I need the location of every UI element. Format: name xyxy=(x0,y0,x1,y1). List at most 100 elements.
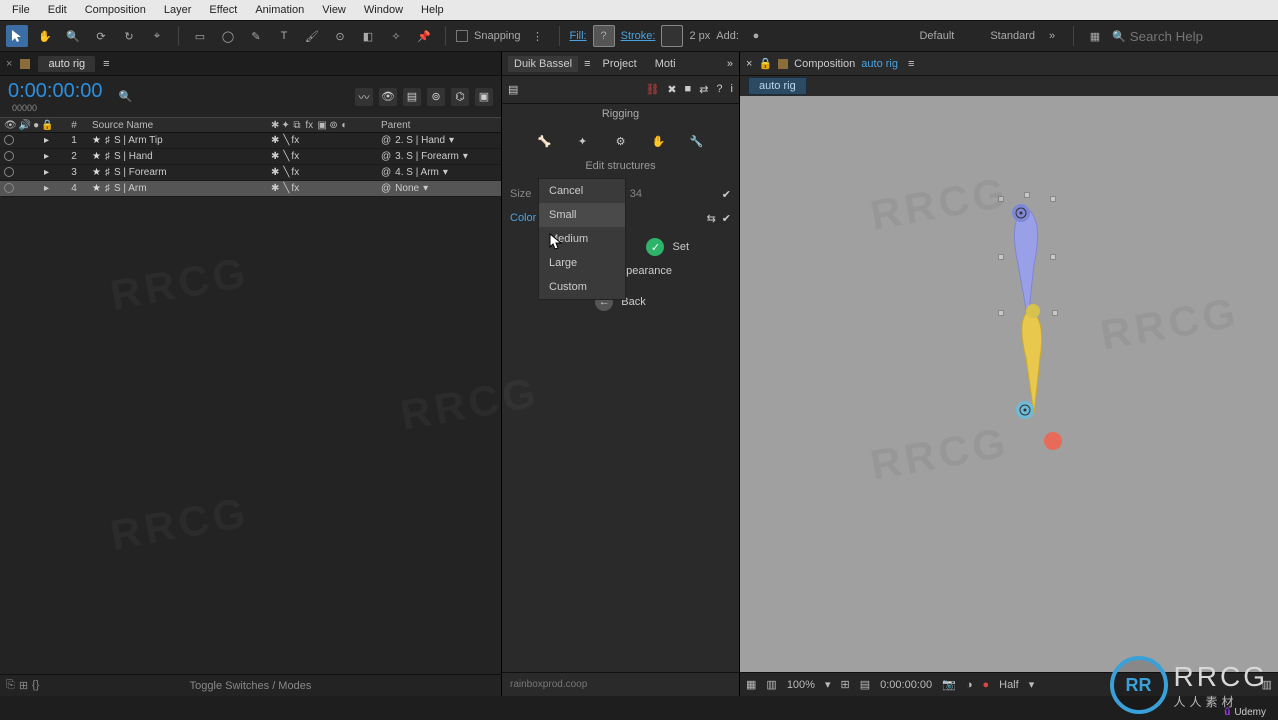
eraser-tool-icon[interactable]: ◧ xyxy=(357,25,379,47)
menu-composition[interactable]: Composition xyxy=(77,2,154,18)
apply-icon[interactable]: ✔ xyxy=(722,188,731,201)
dropdown-small[interactable]: Small xyxy=(539,203,625,227)
tab-motion[interactable]: Moti xyxy=(649,56,682,72)
lock-icon[interactable]: 🔒 xyxy=(758,57,772,70)
tab-menu-icon[interactable]: ≡ xyxy=(908,58,914,70)
selection-handle[interactable] xyxy=(1052,310,1058,316)
guides-icon[interactable]: ▥ xyxy=(766,678,776,691)
workspace-standard[interactable]: Standard xyxy=(990,30,1035,42)
tab-menu-icon[interactable]: ≡ xyxy=(103,58,109,70)
rigging-icon[interactable]: ⛓ xyxy=(645,83,659,96)
col-number[interactable]: # xyxy=(60,120,88,131)
selection-handle[interactable] xyxy=(998,196,1004,202)
tab-project[interactable]: Project xyxy=(597,56,643,72)
toggle-switches-button[interactable]: Toggle Switches / Modes xyxy=(190,680,312,692)
snapping-checkbox[interactable] xyxy=(456,30,468,42)
brain-icon[interactable]: ⌬ xyxy=(451,88,469,106)
menu-file[interactable]: File xyxy=(4,2,38,18)
search-icon[interactable]: 🔍 xyxy=(119,90,133,103)
footer-icon[interactable]: ⊞ xyxy=(19,679,28,692)
snap-opts-icon[interactable]: ⋮ xyxy=(527,25,549,47)
dropdown-large[interactable]: Large xyxy=(539,251,625,275)
pickwhip-icon[interactable]: @ xyxy=(381,183,391,194)
roto-tool-icon[interactable]: ✧ xyxy=(385,25,407,47)
links-icon[interactable]: ✦ xyxy=(571,130,595,152)
expand-icon[interactable]: ▸ xyxy=(44,135,49,146)
dropdown-cancel[interactable]: Cancel xyxy=(539,179,625,203)
tabs-more-icon[interactable]: » xyxy=(727,58,733,70)
expand-icon[interactable]: ▸ xyxy=(44,167,49,178)
orbit-tool-icon[interactable]: ⟳ xyxy=(90,25,112,47)
bone-arm[interactable] xyxy=(1004,204,1048,324)
set-check-icon[interactable]: ✓ xyxy=(646,238,664,256)
rotate-tool-icon[interactable]: ↻ xyxy=(118,25,140,47)
puppet-tool-icon[interactable]: 📌 xyxy=(413,25,435,47)
joint-tip[interactable] xyxy=(1044,432,1062,450)
pickwhip-icon[interactable]: @ xyxy=(381,151,391,162)
workspace-more-icon[interactable]: » xyxy=(1041,25,1063,47)
apply-icon[interactable]: ✔ xyxy=(722,212,731,225)
add-button-icon[interactable]: ● xyxy=(745,25,767,47)
resolution-dropdown[interactable]: Half xyxy=(999,679,1019,691)
bone-icon[interactable]: 🦴 xyxy=(533,130,557,152)
preview-time[interactable]: 0:00:00:00 xyxy=(880,679,932,691)
visibility-toggle[interactable] xyxy=(4,183,14,193)
res-icon[interactable]: ⊞ xyxy=(840,678,849,691)
timecode[interactable]: 0:00:00:00 xyxy=(8,80,103,103)
dropdown-medium[interactable]: Medium xyxy=(539,227,625,251)
text-tool-icon[interactable]: T xyxy=(273,25,295,47)
menu-window[interactable]: Window xyxy=(356,2,411,18)
menu-view[interactable]: View xyxy=(314,2,354,18)
color-icon[interactable]: ● xyxy=(982,679,989,691)
fill-label[interactable]: Fill: xyxy=(570,30,587,42)
brush-tool-icon[interactable]: 🖌 xyxy=(301,25,323,47)
canvas-area[interactable] xyxy=(740,96,1278,672)
pickwhip-icon[interactable]: @ xyxy=(381,135,391,146)
composition-canvas[interactable] xyxy=(740,96,1278,672)
layer-row[interactable]: ▸ 1 ★♯S | Arm Tip ✱╲fx @2. S | Hand▾ xyxy=(0,133,501,149)
tab-close-icon[interactable]: × xyxy=(6,58,12,70)
visibility-toggle[interactable] xyxy=(4,151,14,161)
tab-color-icon[interactable] xyxy=(20,59,30,69)
stroke-label[interactable]: Stroke: xyxy=(621,30,656,42)
render-icon[interactable]: ▣ xyxy=(475,88,493,106)
region-icon[interactable]: ◑ xyxy=(966,679,973,691)
stamp-tool-icon[interactable]: ⊙ xyxy=(329,25,351,47)
fill-swatch[interactable]: ? xyxy=(593,25,615,47)
layer-name[interactable]: S | Arm Tip xyxy=(114,135,163,146)
menu-effect[interactable]: Effect xyxy=(201,2,245,18)
hand-icon[interactable]: ✋ xyxy=(647,130,671,152)
stroke-px[interactable]: 2 px xyxy=(689,30,710,42)
parent-dropdown[interactable]: None xyxy=(395,183,419,194)
grid-icon[interactable]: ▦ xyxy=(746,678,756,691)
rect-tool-icon[interactable]: ▭ xyxy=(189,25,211,47)
layer-name[interactable]: S | Forearm xyxy=(114,167,167,178)
snapshot-icon[interactable]: 📷 xyxy=(942,678,956,691)
gear-icon[interactable]: ⚙ xyxy=(609,130,633,152)
search-help-input[interactable] xyxy=(1130,29,1250,44)
tools-icon[interactable]: 🔧 xyxy=(685,130,709,152)
footer-icon[interactable]: {} xyxy=(32,679,39,692)
dropdown-custom[interactable]: Custom xyxy=(539,275,625,299)
timeline-tab[interactable]: auto rig xyxy=(38,56,95,72)
selection-handle[interactable] xyxy=(1050,254,1056,260)
notes-icon[interactable]: ▤ xyxy=(508,83,518,96)
layer-row[interactable]: ▸ 4 ★♯S | Arm ✱╲fx @None▾ xyxy=(0,181,501,197)
zoom-value[interactable]: 100% xyxy=(787,679,815,691)
view-options-icon[interactable]: ▥ xyxy=(1262,678,1272,691)
channel-icon[interactable]: ▤ xyxy=(860,678,870,691)
joint-wrist[interactable] xyxy=(1016,401,1034,419)
pickwhip-icon[interactable]: @ xyxy=(381,167,391,178)
joint-shoulder[interactable] xyxy=(1012,204,1030,222)
breadcrumb-item[interactable]: auto rig xyxy=(748,77,807,95)
parent-dropdown[interactable]: 4. S | Arm xyxy=(395,167,439,178)
graph-icon[interactable]: 〰 xyxy=(355,88,373,106)
dropdown-arrow-icon[interactable]: ▾ xyxy=(423,183,428,194)
viewer-tab-name[interactable]: auto rig xyxy=(861,58,898,70)
menu-help[interactable]: Help xyxy=(413,2,452,18)
ellipse-tool-icon[interactable]: ◯ xyxy=(217,25,239,47)
visibility-toggle[interactable] xyxy=(4,135,14,145)
workspace-default[interactable]: Default xyxy=(919,30,954,42)
dropdown-arrow-icon[interactable]: ▾ xyxy=(463,151,468,162)
joint-elbow[interactable] xyxy=(1026,304,1040,318)
